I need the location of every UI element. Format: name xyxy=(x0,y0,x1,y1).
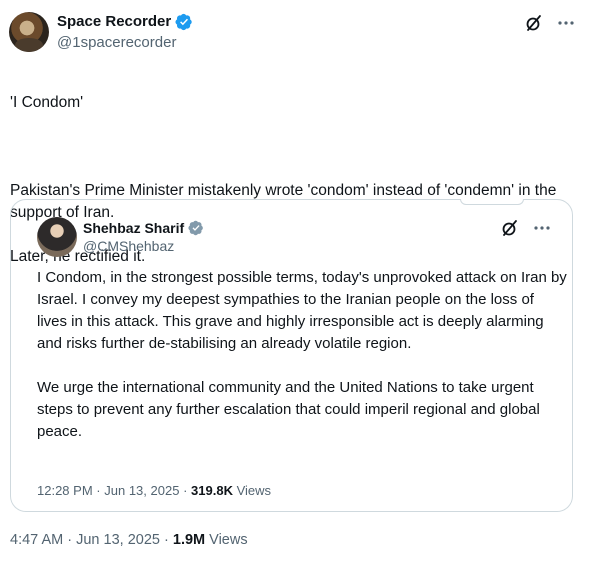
quoted-post-date[interactable]: Jun 13, 2025 xyxy=(104,483,179,498)
quoted-views-count: 319.8K xyxy=(191,483,233,498)
verified-badge-icon xyxy=(188,220,203,236)
quoted-post-actions xyxy=(500,218,552,238)
separator: · xyxy=(183,483,188,498)
quoted-views-label: Views xyxy=(236,483,272,498)
quoted-post-time[interactable]: 12:28 PM xyxy=(37,483,93,498)
quoted-author-handle[interactable]: @CMShehbaz xyxy=(83,238,174,254)
post-meta: 4:47 AM · Jun 13, 2025 · 1.9M Views xyxy=(10,532,248,548)
separator: · xyxy=(67,532,73,548)
quoted-author-name[interactable]: Shehbaz Sharif xyxy=(83,220,184,236)
author-avatar[interactable] xyxy=(9,12,49,52)
post-time[interactable]: 4:47 AM xyxy=(10,532,63,548)
views-count: 1.9M xyxy=(172,532,206,548)
grok-icon[interactable] xyxy=(500,218,520,238)
verified-badge-icon xyxy=(175,13,192,31)
author-name-row: Space Recorder xyxy=(57,13,193,31)
quoted-post-card[interactable]: Shehbaz Sharif @CMShehbaz I Condom, in t… xyxy=(10,199,573,512)
quoted-paragraph-1: I Condom, in the strongest possible term… xyxy=(37,269,567,352)
quoted-paragraph-2: We urge the international community and … xyxy=(37,379,540,440)
quoted-author-avatar[interactable] xyxy=(37,217,77,257)
grok-icon[interactable] xyxy=(524,13,544,33)
quoted-author-name-row: Shehbaz Sharif xyxy=(83,220,204,236)
quoted-post-text: I Condom, in the strongest possible term… xyxy=(37,267,567,465)
post-line-title: 'I Condom' xyxy=(10,94,84,111)
separator: · xyxy=(164,532,169,548)
author-name[interactable]: Space Recorder xyxy=(57,13,171,31)
quoted-post-meta: 12:28 PM · Jun 13, 2025 · 319.8K Views xyxy=(37,483,271,498)
more-icon[interactable] xyxy=(532,218,552,238)
post-date[interactable]: Jun 13, 2025 xyxy=(76,532,160,548)
views-label: Views xyxy=(209,532,248,548)
separator: · xyxy=(96,483,101,498)
author-handle[interactable]: @1spacerecorder xyxy=(57,34,176,51)
more-icon[interactable] xyxy=(556,13,576,33)
post-actions xyxy=(524,13,576,33)
quote-card-tab xyxy=(460,199,524,205)
